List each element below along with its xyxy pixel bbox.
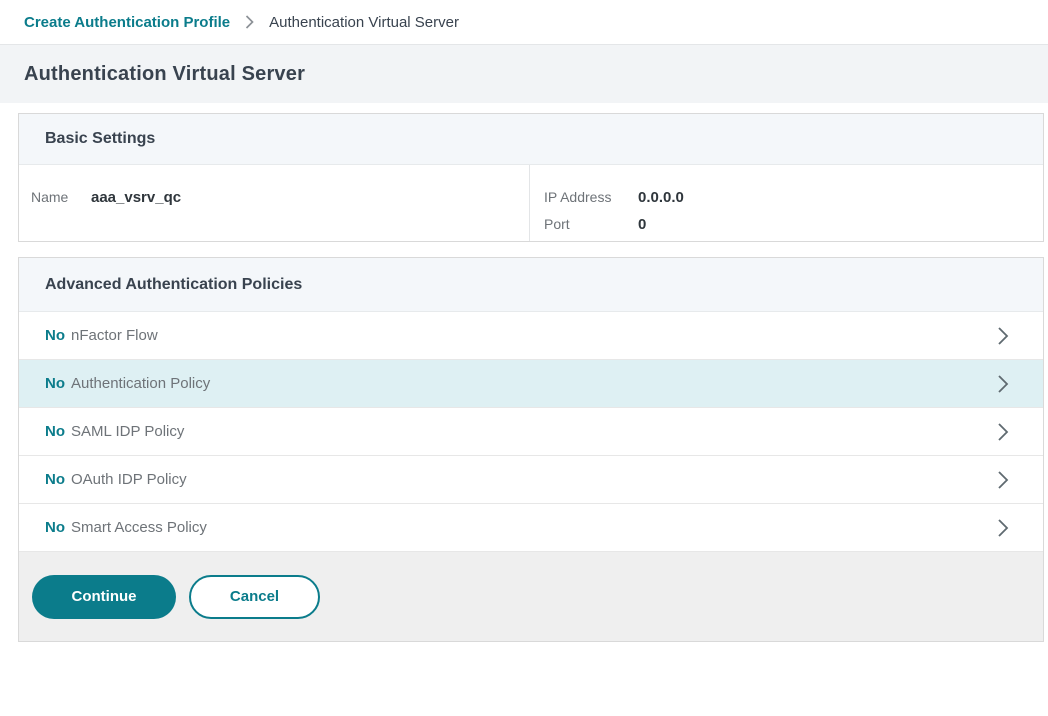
- policy-label: OAuth IDP Policy: [71, 471, 187, 488]
- name-field-row: Name aaa_vsrv_qc: [31, 184, 529, 211]
- policy-row-nfactor-flow[interactable]: No nFactor Flow: [19, 312, 1043, 360]
- port-field-row: Port 0: [544, 211, 1043, 238]
- policy-count: No: [45, 423, 65, 440]
- basic-settings-body: Name aaa_vsrv_qc IP Address 0.0.0.0 Port…: [19, 165, 1043, 241]
- breadcrumb: Create Authentication Profile Authentica…: [0, 0, 1048, 45]
- action-bar: Continue Cancel: [19, 552, 1043, 641]
- basic-settings-left-column: Name aaa_vsrv_qc: [19, 165, 530, 241]
- breadcrumb-chevron-icon: [244, 14, 255, 30]
- chevron-right-icon: [996, 469, 1010, 491]
- basic-settings-title: Basic Settings: [45, 130, 155, 148]
- port-label: Port: [544, 211, 638, 238]
- ip-address-value: 0.0.0.0: [638, 184, 684, 211]
- continue-button[interactable]: Continue: [32, 575, 176, 619]
- name-label: Name: [31, 184, 91, 211]
- page-title: Authentication Virtual Server: [24, 63, 305, 86]
- breadcrumb-link-create-authentication-profile[interactable]: Create Authentication Profile: [24, 14, 230, 31]
- chevron-right-icon: [996, 325, 1010, 347]
- advanced-policies-card: Advanced Authentication Policies No nFac…: [18, 257, 1044, 642]
- policy-count: No: [45, 375, 65, 392]
- advanced-policies-title: Advanced Authentication Policies: [45, 276, 302, 294]
- chevron-right-icon: [996, 373, 1010, 395]
- policy-count: No: [45, 519, 65, 536]
- basic-settings-card: Basic Settings Name aaa_vsrv_qc IP Addre…: [18, 113, 1044, 242]
- ip-address-field-row: IP Address 0.0.0.0: [544, 184, 1043, 211]
- advanced-policies-header: Advanced Authentication Policies: [19, 258, 1043, 312]
- port-value: 0: [638, 211, 646, 238]
- page-title-band: Authentication Virtual Server: [0, 45, 1048, 103]
- policy-label: Authentication Policy: [71, 375, 210, 392]
- breadcrumb-current: Authentication Virtual Server: [269, 14, 459, 31]
- basic-settings-header: Basic Settings: [19, 114, 1043, 165]
- chevron-right-icon: [996, 517, 1010, 539]
- policy-label: SAML IDP Policy: [71, 423, 184, 440]
- chevron-right-icon: [996, 421, 1010, 443]
- policy-row-authentication-policy[interactable]: No Authentication Policy: [19, 360, 1043, 408]
- policy-row-saml-idp-policy[interactable]: No SAML IDP Policy: [19, 408, 1043, 456]
- policy-row-smart-access-policy[interactable]: No Smart Access Policy: [19, 504, 1043, 552]
- name-value: aaa_vsrv_qc: [91, 184, 181, 211]
- cancel-button[interactable]: Cancel: [189, 575, 320, 619]
- ip-address-label: IP Address: [544, 184, 638, 211]
- policy-row-oauth-idp-policy[interactable]: No OAuth IDP Policy: [19, 456, 1043, 504]
- policy-label: nFactor Flow: [71, 327, 158, 344]
- policy-count: No: [45, 327, 65, 344]
- policy-label: Smart Access Policy: [71, 519, 207, 536]
- policy-count: No: [45, 471, 65, 488]
- basic-settings-right-column: IP Address 0.0.0.0 Port 0: [530, 165, 1043, 241]
